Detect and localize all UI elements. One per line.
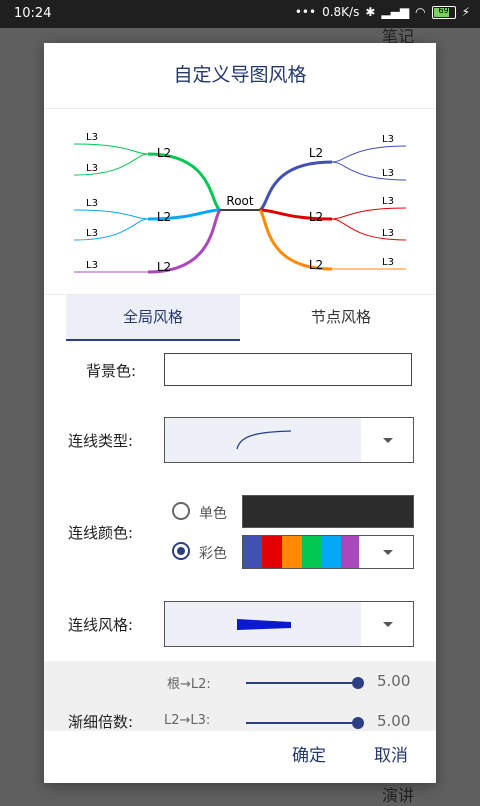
line-type-dropdown[interactable] <box>164 417 414 463</box>
network-speed: 0.8K/s <box>322 5 360 19</box>
line-style-dropdown[interactable] <box>164 601 414 647</box>
confirm-button[interactable]: 确定 <box>292 741 326 766</box>
tapered-line-icon <box>237 619 291 630</box>
slider-l2-l3-label: L2→L3: <box>164 713 211 728</box>
slider-l2-l3-thumb[interactable] <box>352 717 364 729</box>
mono-color-picker[interactable] <box>242 495 414 528</box>
wifi-icon: ◠ <box>415 5 426 19</box>
curve-line-icon <box>236 430 292 450</box>
battery-icon: 69 <box>431 5 456 19</box>
line-type-label: 连线类型: <box>68 432 134 450</box>
svg-text:L3: L3 <box>86 132 98 143</box>
palette-swatch <box>282 536 302 568</box>
palette-swatch <box>243 536 262 568</box>
status-time: 10:24 <box>14 6 52 21</box>
svg-text:L3: L3 <box>86 228 98 239</box>
palette-swatch <box>341 536 359 568</box>
svg-text:L2: L2 <box>157 210 171 224</box>
svg-text:L3: L3 <box>382 168 394 179</box>
multi-color-radio[interactable] <box>172 542 190 560</box>
svg-text:L3: L3 <box>382 257 394 268</box>
line-style-preview <box>165 602 361 646</box>
svg-text:L2: L2 <box>157 260 171 274</box>
chevron-down-icon <box>383 438 393 443</box>
svg-text:L2: L2 <box>157 146 171 160</box>
signal-icon: ▂▄▆ <box>381 5 410 19</box>
svg-text:L2: L2 <box>309 258 323 272</box>
mindmap-preview-graphic: Root L2 L2 L2 L2 L2 L2 L3 L3 L3 L3 L3 L3… <box>73 132 407 274</box>
taper-settings: 根→L2: 5.00 渐细倍数: L2→L3: 5.00 <box>44 661 436 731</box>
palette-swatch <box>302 536 321 568</box>
mindmap-preview: Root L2 L2 L2 L2 L2 L2 L3 L3 L3 L3 L3 L3… <box>44 109 436 293</box>
style-tabs: 全局风格 节点风格 <box>44 294 436 341</box>
multi-color-palette-dropdown[interactable] <box>242 535 414 569</box>
mono-color-radio[interactable] <box>172 502 190 520</box>
background-note-bottom: 演讲 <box>382 786 415 805</box>
svg-text:L3: L3 <box>382 196 394 207</box>
multi-color-label: 彩色 <box>199 546 227 562</box>
preview-root-label: Root <box>226 194 253 208</box>
svg-text:L3: L3 <box>86 163 98 174</box>
svg-text:L3: L3 <box>86 260 98 271</box>
cancel-button[interactable]: 取消 <box>374 741 408 766</box>
chevron-down-icon <box>383 550 393 555</box>
slider-root-l2-label: 根→L2: <box>167 677 211 692</box>
tab-global-style[interactable]: 全局风格 <box>66 295 240 341</box>
mono-color-label: 单色 <box>199 506 227 522</box>
mindmap-style-dialog: 自定义导图风格 Root L2 L2 L2 L2 L2 L2 L3 L3 L3 … <box>44 43 436 783</box>
slider-root-l2-value: 5.00 <box>377 672 411 690</box>
svg-text:L2: L2 <box>309 146 323 160</box>
line-type-preview <box>165 418 361 462</box>
tab-node-style[interactable]: 节点风格 <box>254 295 428 339</box>
palette-swatch <box>262 536 282 568</box>
slider-root-l2-thumb[interactable] <box>352 677 364 689</box>
palette-swatch <box>321 536 341 568</box>
notification-dots-icon: ••• <box>294 5 317 19</box>
chevron-down-icon <box>383 622 393 627</box>
svg-text:L3: L3 <box>382 134 394 145</box>
line-style-label: 连线风格: <box>68 616 134 634</box>
status-icons: ••• 0.8K/s ✱ ▂▄▆ ◠ 69 ⚡ <box>295 5 470 19</box>
svg-text:L3: L3 <box>382 228 394 239</box>
svg-text:L2: L2 <box>309 210 323 224</box>
slider-l2-l3-track[interactable] <box>246 722 358 724</box>
line-color-label: 连线颜色: <box>68 524 134 542</box>
slider-l2-l3-value: 5.00 <box>377 712 411 730</box>
taper-label: 渐细倍数: <box>68 713 134 731</box>
svg-text:L3: L3 <box>86 198 98 209</box>
background-color-label: 背景色: <box>86 362 137 380</box>
bluetooth-icon: ✱ <box>365 5 376 19</box>
dialog-title: 自定义导图风格 <box>44 43 436 109</box>
charging-icon: ⚡ <box>461 5 470 19</box>
background-color-picker[interactable] <box>164 353 412 386</box>
slider-root-l2-track[interactable] <box>246 682 358 684</box>
